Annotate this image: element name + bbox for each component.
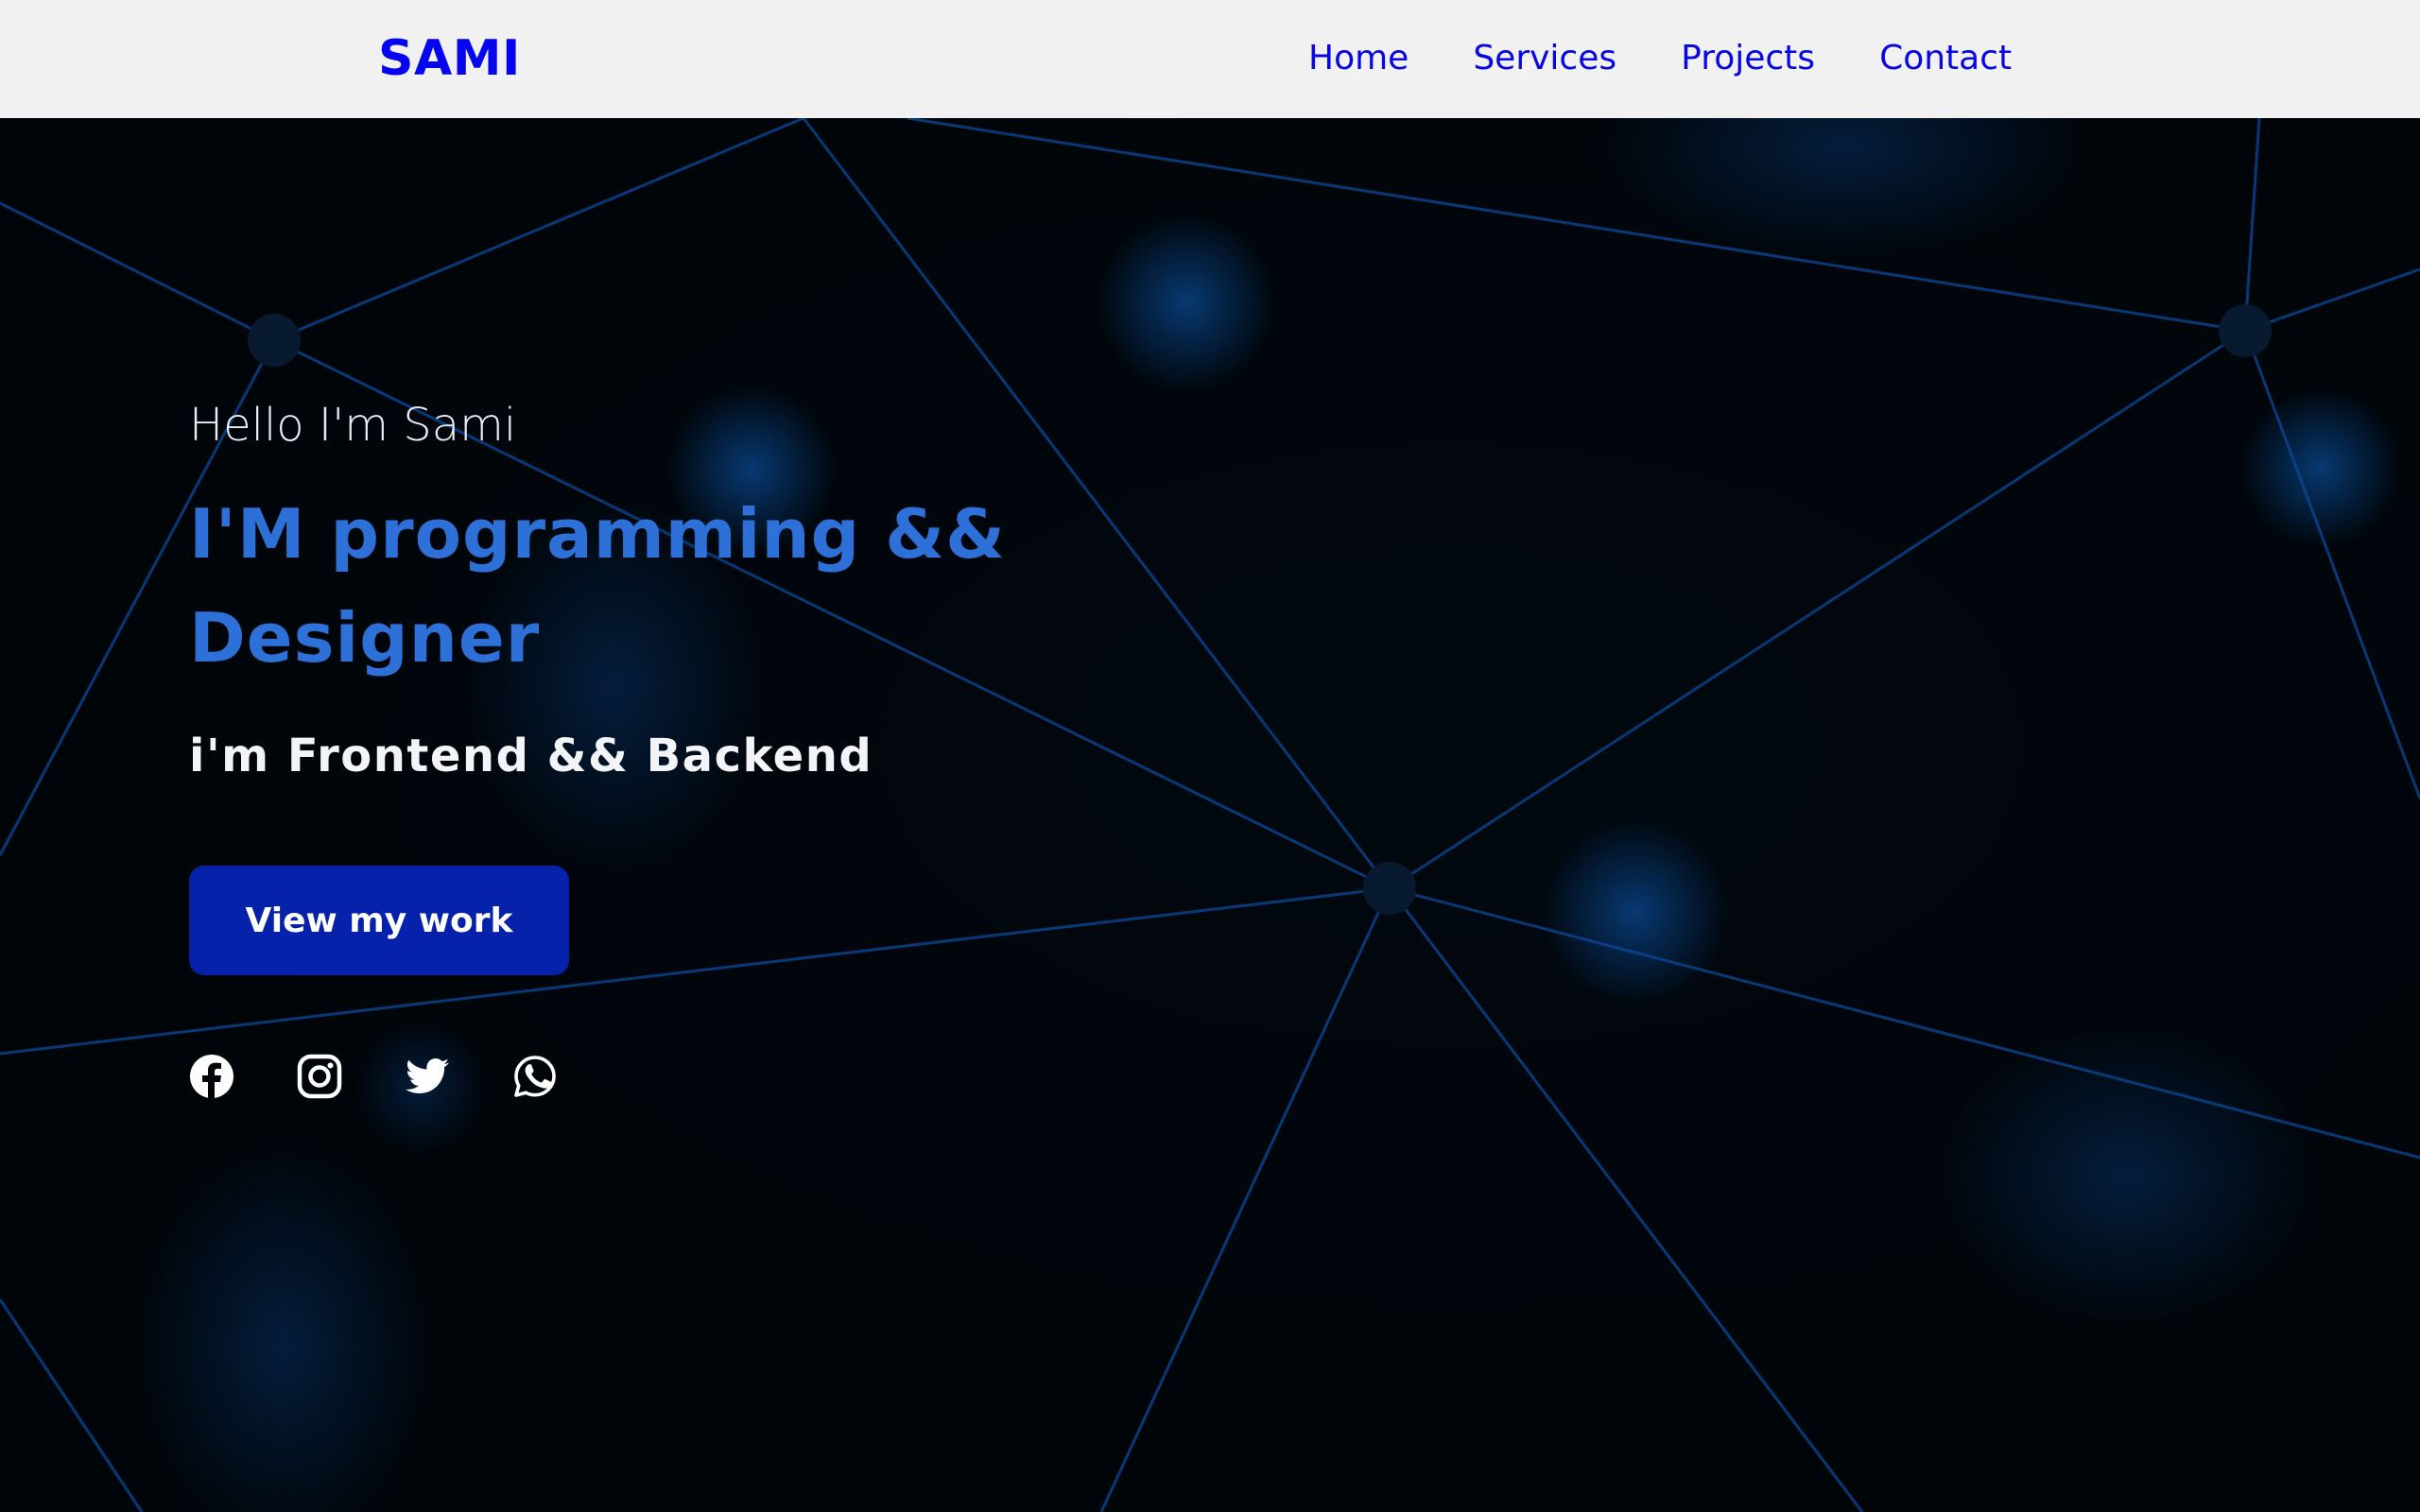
brand-logo[interactable]: SAMI (378, 28, 521, 89)
network-background (0, 118, 2420, 1512)
hero-subline: i'm Frontend && Backend (189, 730, 873, 782)
navbar: SAMI Home Services Projects Contact (0, 0, 2420, 118)
facebook-icon[interactable] (189, 1054, 234, 1099)
nav-link-home[interactable]: Home (1308, 39, 1409, 77)
instagram-icon[interactable] (297, 1054, 342, 1099)
nav-link-contact[interactable]: Contact (1879, 39, 2012, 77)
nav-link-services[interactable]: Services (1473, 39, 1616, 77)
nav-links: Home Services Projects Contact (1308, 36, 2012, 81)
hero-section: Hello I'm Sami I'M programming && Design… (0, 118, 2420, 1512)
view-my-work-button[interactable]: View my work (189, 866, 569, 975)
nav-link-projects[interactable]: Projects (1681, 39, 1815, 77)
whatsapp-icon[interactable] (512, 1054, 558, 1099)
social-links (189, 1054, 558, 1099)
hero-greeting: Hello I'm Sami (189, 399, 517, 452)
twitter-icon[interactable] (405, 1054, 450, 1099)
hero-headline: I'M programming && Designer (189, 494, 1006, 678)
